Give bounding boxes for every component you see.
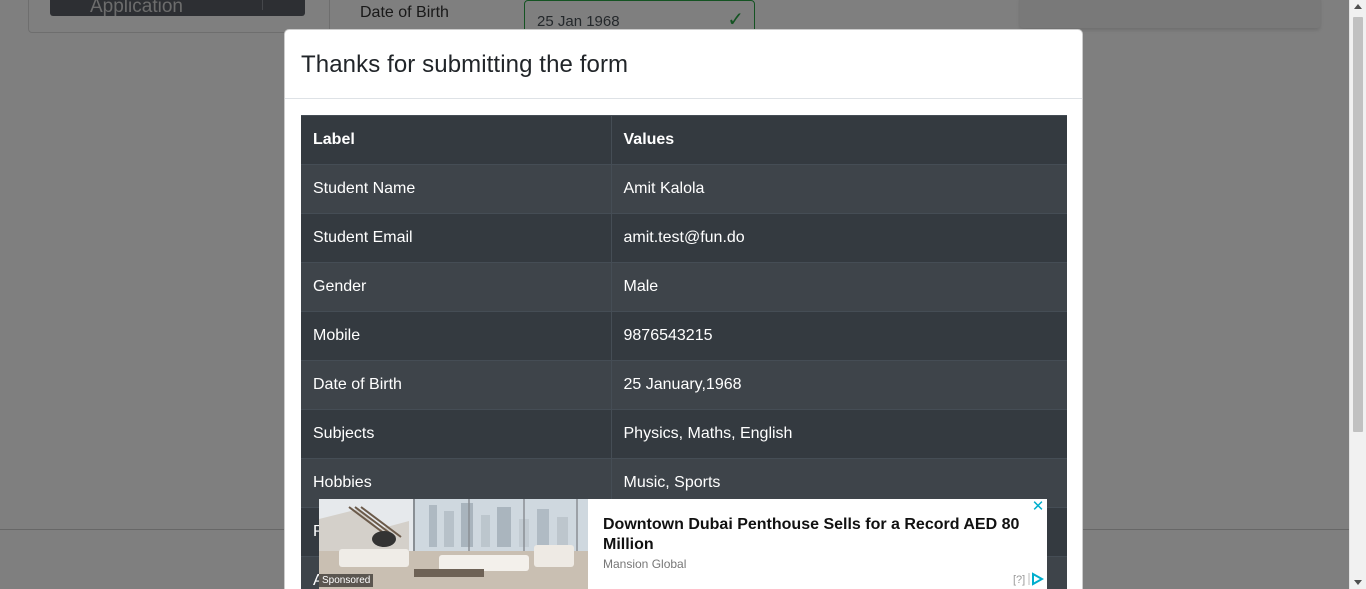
sponsored-label: Sponsored bbox=[319, 574, 374, 587]
scroll-down-arrow-icon[interactable] bbox=[1354, 580, 1362, 585]
row-value: Male bbox=[611, 262, 1067, 312]
sponsored-ad[interactable]: Sponsored Downtown Dubai Penthouse Sells… bbox=[319, 499, 1047, 589]
row-value: Physics, Maths, English bbox=[611, 409, 1067, 459]
row-value: 9876543215 bbox=[611, 311, 1067, 361]
column-header-values: Values bbox=[611, 115, 1067, 165]
table-row: Student Email amit.test@fun.do bbox=[301, 213, 1067, 263]
row-label: Student Name bbox=[301, 164, 612, 214]
ad-headline[interactable]: Downtown Dubai Penthouse Sells for a Rec… bbox=[603, 515, 1033, 555]
row-label: Subjects bbox=[301, 409, 612, 459]
modal-title: Thanks for submitting the form bbox=[301, 51, 629, 78]
table-row: Subjects Physics, Maths, English bbox=[301, 409, 1067, 459]
table-row: Mobile 9876543215 bbox=[301, 311, 1067, 361]
table-row: Date of Birth 25 January,1968 bbox=[301, 360, 1067, 410]
row-label: Gender bbox=[301, 262, 612, 312]
ad-image[interactable]: Sponsored bbox=[319, 499, 588, 589]
row-label: Date of Birth bbox=[301, 360, 612, 410]
scroll-up-arrow-icon[interactable] bbox=[1354, 4, 1362, 9]
scroll-thumb[interactable] bbox=[1353, 17, 1363, 432]
row-value: 25 January,1968 bbox=[611, 360, 1067, 410]
page-scrollbar[interactable] bbox=[1349, 0, 1366, 589]
close-icon[interactable]: ✕ bbox=[1031, 499, 1045, 514]
row-value: amit.test@fun.do bbox=[611, 213, 1067, 263]
column-header-label: Label bbox=[301, 115, 612, 165]
row-label: Student Email bbox=[301, 213, 612, 263]
row-value: Amit Kalola bbox=[611, 164, 1067, 214]
ad-source[interactable]: Mansion Global bbox=[603, 557, 686, 571]
row-label: Mobile bbox=[301, 311, 612, 361]
table-row: Student Name Amit Kalola bbox=[301, 164, 1067, 214]
ad-help-link[interactable]: [?] bbox=[1013, 574, 1025, 586]
table-header-row: Label Values bbox=[301, 115, 1067, 165]
table-row: Gender Male bbox=[301, 262, 1067, 312]
ad-choices-icon[interactable] bbox=[1028, 572, 1044, 586]
modal-header: Thanks for submitting the form bbox=[285, 30, 1082, 99]
